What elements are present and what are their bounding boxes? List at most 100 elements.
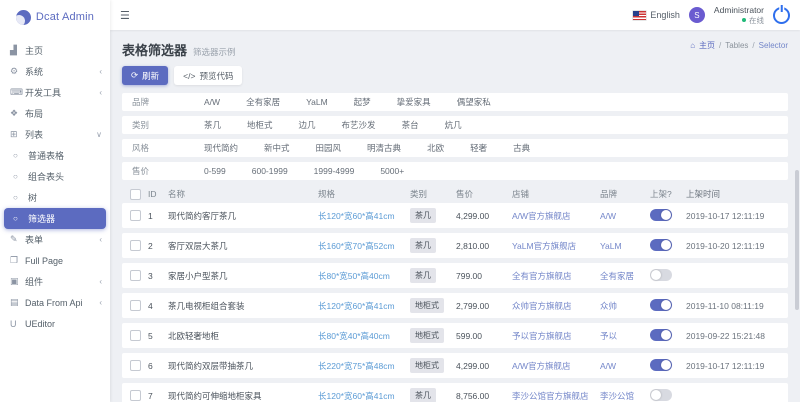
on-shelf-toggle[interactable] bbox=[650, 209, 672, 221]
shop-link[interactable]: 李沙公馆官方旗舰店 bbox=[512, 391, 589, 401]
filter-option[interactable]: 新中式 bbox=[264, 142, 290, 154]
filter-option[interactable]: 布艺沙发 bbox=[342, 119, 376, 131]
sidebar-item[interactable]: ○树 bbox=[0, 187, 110, 208]
filter-option[interactable]: 地柜式 bbox=[247, 119, 273, 131]
filter-option[interactable]: 北欧 bbox=[427, 142, 444, 154]
table-row: 1现代简约客厅茶几长120*宽60*高41cm茶几4,299.00A/W官方旗舰… bbox=[122, 203, 788, 228]
preview-code-button[interactable]: </> 预览代码 bbox=[174, 66, 242, 85]
sidebar-item-label: 列表 bbox=[25, 128, 96, 141]
chart-icon: ▟ bbox=[10, 45, 25, 56]
refresh-button[interactable]: ⟳ 刷新 bbox=[122, 66, 168, 85]
cell-time: 2019-11-10 08:11:19 bbox=[686, 301, 768, 311]
language-switcher[interactable]: English bbox=[633, 10, 680, 20]
filter-option[interactable]: 全有家居 bbox=[246, 96, 280, 108]
cell-shop: 予以官方旗舰店 bbox=[512, 330, 600, 342]
filter-option[interactable]: 5000+ bbox=[380, 166, 404, 176]
sidebar-item[interactable]: ❐Full Page bbox=[0, 250, 110, 271]
filter-option[interactable]: 起梦 bbox=[354, 96, 371, 108]
on-shelf-toggle[interactable] bbox=[650, 389, 672, 401]
filter-option[interactable]: 轻奢 bbox=[470, 142, 487, 154]
filter-option[interactable]: 1999-4999 bbox=[314, 166, 355, 176]
row-checkbox[interactable] bbox=[130, 330, 141, 341]
filter-option[interactable]: 炕几 bbox=[445, 119, 462, 131]
filter-option[interactable]: 明清古典 bbox=[367, 142, 401, 154]
sidebar-item[interactable]: UUEditor bbox=[0, 313, 110, 334]
sidebar-item[interactable]: ○组合表头 bbox=[0, 166, 110, 187]
page-subtitle: 筛选器示例 bbox=[193, 46, 236, 58]
on-shelf-toggle[interactable] bbox=[650, 239, 672, 251]
filter-option[interactable]: 茶几 bbox=[204, 119, 221, 131]
shop-link[interactable]: 众帅官方旗舰店 bbox=[512, 301, 572, 311]
sidebar-item[interactable]: ▤Data From Api‹ bbox=[0, 292, 110, 313]
select-all-checkbox[interactable] bbox=[130, 189, 141, 200]
on-shelf-toggle[interactable] bbox=[650, 359, 672, 371]
row-checkbox[interactable] bbox=[130, 300, 141, 311]
table-icon: ⊞ bbox=[10, 129, 25, 140]
sidebar-item[interactable]: ▟主页 bbox=[0, 40, 110, 61]
filter-option[interactable]: 古典 bbox=[513, 142, 530, 154]
row-checkbox[interactable] bbox=[130, 360, 141, 371]
filter-option[interactable]: 挚爱家具 bbox=[397, 96, 431, 108]
filter-option[interactable]: 茶台 bbox=[402, 119, 419, 131]
sidebar-item[interactable]: ▣组件‹ bbox=[0, 271, 110, 292]
filter-option[interactable]: 现代简约 bbox=[204, 142, 238, 154]
logo-text: Dcat Admin bbox=[36, 11, 94, 23]
power-icon[interactable] bbox=[773, 7, 790, 24]
avatar[interactable]: S bbox=[689, 7, 705, 23]
brand-link[interactable]: 全有家居 bbox=[600, 271, 634, 281]
filter-label: 风格 bbox=[132, 142, 204, 154]
row-checkbox[interactable] bbox=[130, 390, 141, 401]
sidebar-item[interactable]: ⚙系统‹ bbox=[0, 61, 110, 82]
brand-link[interactable]: 众帅 bbox=[600, 301, 617, 311]
breadcrumb-tables[interactable]: Tables bbox=[725, 41, 748, 50]
shop-link[interactable]: 全有官方旗舰店 bbox=[512, 271, 572, 281]
sidebar-item-label: 组件 bbox=[25, 275, 99, 288]
shop-link[interactable]: 予以官方旗舰店 bbox=[512, 331, 572, 341]
table-row: 7现代简约可伸缩地柜家具长120*宽60*高41cm茶几8,756.00李沙公馆… bbox=[122, 383, 788, 402]
api-icon: ▤ bbox=[10, 297, 25, 308]
on-shelf-toggle[interactable] bbox=[650, 329, 672, 341]
filter-option[interactable]: 偶望家私 bbox=[457, 96, 491, 108]
shop-link[interactable]: A/W官方旗舰店 bbox=[512, 361, 571, 371]
breadcrumb-home[interactable]: 主页 bbox=[699, 40, 715, 51]
chevron-left-icon: ‹ bbox=[99, 277, 102, 286]
app-logo[interactable]: Dcat Admin bbox=[0, 0, 110, 34]
on-shelf-toggle[interactable] bbox=[650, 299, 672, 311]
sidebar-item[interactable]: ❖布局 bbox=[0, 103, 110, 124]
row-checkbox[interactable] bbox=[130, 210, 141, 221]
brand-link[interactable]: YaLM bbox=[600, 241, 622, 251]
table-body: 1现代简约客厅茶几长120*宽60*高41cm茶几4,299.00A/W官方旗舰… bbox=[122, 203, 788, 402]
shop-link[interactable]: YaLM官方旗舰店 bbox=[512, 241, 576, 251]
home-icon: ⌂ bbox=[690, 41, 695, 50]
cell-brand: 众帅 bbox=[600, 300, 650, 312]
brand-link[interactable]: A/W bbox=[600, 361, 616, 371]
sidebar-item-label: 组合表头 bbox=[28, 170, 102, 183]
filter-option[interactable]: 田园风 bbox=[316, 142, 342, 154]
filter-option[interactable]: 边几 bbox=[299, 119, 316, 131]
cell-on-shelf bbox=[650, 359, 686, 373]
sidebar-item[interactable]: ○普通表格 bbox=[0, 145, 110, 166]
brand-link[interactable]: A/W bbox=[600, 211, 616, 221]
cell-brand: 予以 bbox=[600, 330, 650, 342]
shop-link[interactable]: A/W官方旗舰店 bbox=[512, 211, 571, 221]
sidebar-item[interactable]: ○筛选器 bbox=[4, 208, 106, 229]
row-checkbox[interactable] bbox=[130, 240, 141, 251]
filter-option[interactable]: 600-1999 bbox=[252, 166, 288, 176]
main-content: 表格筛选器 筛选器示例 ⌂ 主页 / Tables / Selector ⟳ 刷… bbox=[110, 30, 800, 402]
scrollbar[interactable] bbox=[795, 170, 799, 310]
brand-link[interactable]: 予以 bbox=[600, 331, 617, 341]
hamburger-icon[interactable]: ☰ bbox=[120, 9, 130, 22]
tools-icon: ⌨ bbox=[10, 87, 25, 98]
filter-option[interactable]: A/W bbox=[204, 97, 220, 107]
user-menu[interactable]: Administrator 在线 bbox=[714, 5, 764, 24]
row-checkbox[interactable] bbox=[130, 270, 141, 281]
sidebar-item[interactable]: ⌨开发工具‹ bbox=[0, 82, 110, 103]
components-icon: ▣ bbox=[10, 276, 25, 287]
filter-option[interactable]: YaLM bbox=[306, 97, 328, 107]
sidebar-item-label: UEditor bbox=[25, 319, 102, 329]
on-shelf-toggle[interactable] bbox=[650, 269, 672, 281]
sidebar-item[interactable]: ⊞列表∨ bbox=[0, 124, 110, 145]
filter-option[interactable]: 0-599 bbox=[204, 166, 226, 176]
brand-link[interactable]: 李沙公馆 bbox=[600, 391, 634, 401]
sidebar-item[interactable]: ✎表单‹ bbox=[0, 229, 110, 250]
